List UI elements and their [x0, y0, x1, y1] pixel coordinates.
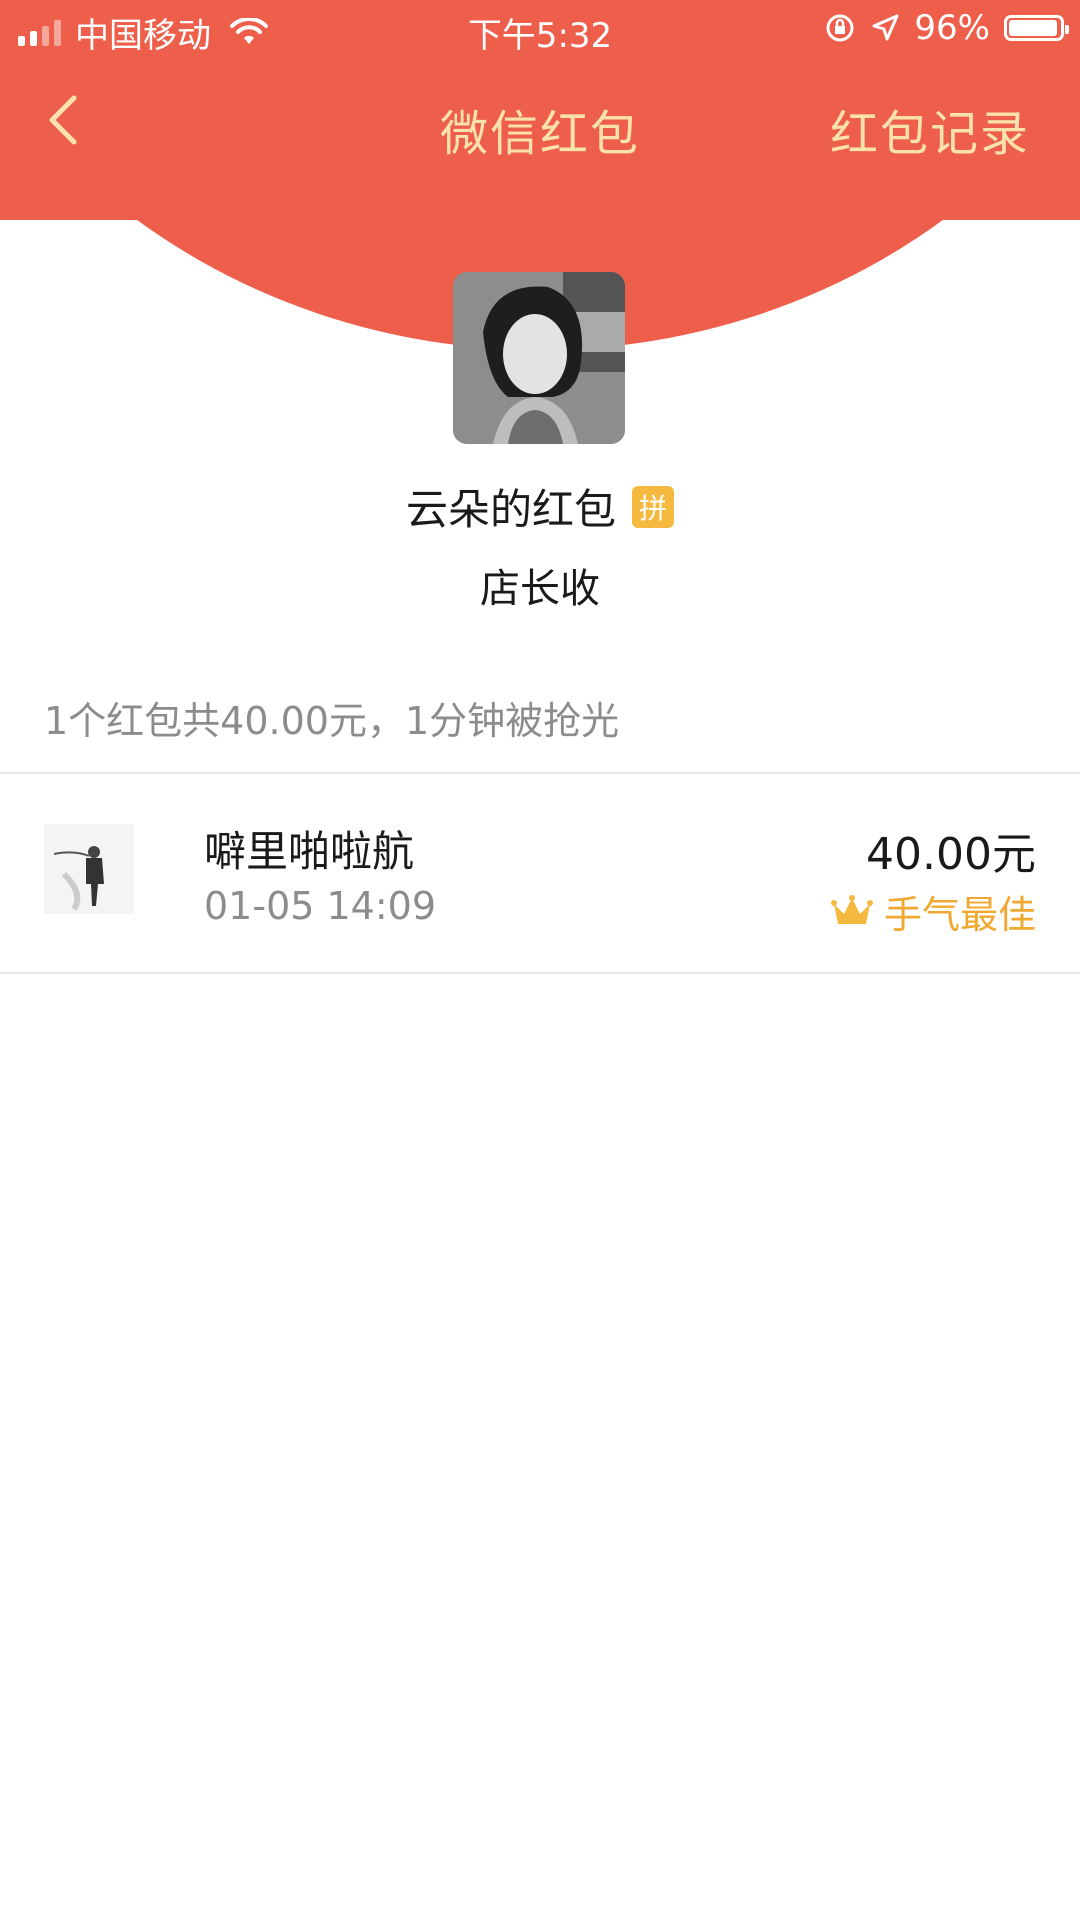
red-packet-record-button[interactable]: 红包记录 [830, 94, 1030, 164]
rotation-lock-icon [826, 14, 854, 42]
battery-icon [1004, 15, 1069, 41]
sender-line: 云朵的红包 拼 [0, 476, 1080, 537]
list-item[interactable]: 噼里啪啦航 01-05 14:09 40.00元 手气最佳 [0, 774, 1080, 972]
status-right: 96% [824, 8, 1069, 48]
best-luck-label: 手气最佳 [883, 893, 1036, 937]
pin-badge: 拼 [632, 485, 674, 528]
crown-icon [830, 894, 873, 924]
battery-percent: 96% [914, 8, 990, 48]
red-packet-detail-screen: 中国移动 下午5:32 96% 微信红包 红包记录 云朵的红包 拼 店长收 1个… [0, 0, 1080, 1921]
receive-time: 01-05 14:09 [204, 884, 437, 928]
nav-bar: 微信红包 红包记录 [0, 70, 1080, 170]
receive-amount: 40.00元 [866, 829, 1036, 880]
divider [0, 972, 1080, 974]
receiver-avatar[interactable] [44, 824, 134, 914]
location-arrow-icon [872, 14, 899, 41]
best-luck-tag: 手气最佳 [830, 884, 1036, 939]
blessing-text: 店长收 [480, 566, 600, 612]
receiver-name: 噼里啪啦航 [204, 827, 415, 876]
status-bar: 中国移动 下午5:32 96% [0, 0, 1080, 60]
sender-name: 云朵的红包 [405, 485, 616, 534]
packet-summary: 1个红包共40.00元，1分钟被抢光 [44, 699, 620, 743]
sender-avatar[interactable] [453, 272, 625, 444]
